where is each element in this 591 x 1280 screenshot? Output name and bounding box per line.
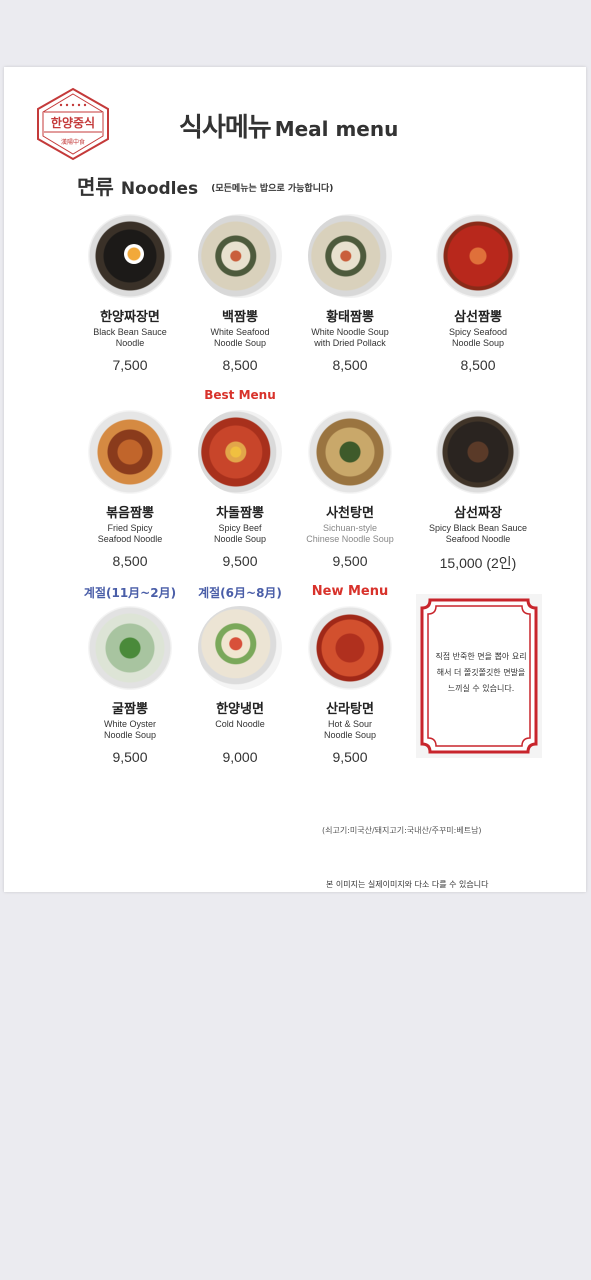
dish-photo-icon: [198, 214, 282, 298]
note-text: 직접 반죽한 면을 뽑아 요리해서 더 쫄깃쫄깃한 면발을 느끼실 수 있습니다…: [435, 652, 527, 693]
handmade-noodle-note: 직접 반죽한 면을 뽑아 요리해서 더 쫄깃쫄깃한 면발을 느끼실 수 있습니다…: [416, 594, 542, 758]
item-price: 8,500: [460, 357, 496, 373]
item-name: 산라탕면: [326, 702, 374, 717]
item-price: 9,500: [112, 749, 148, 765]
section-title-korean: 면류: [77, 175, 114, 199]
dish-photo-icon: [88, 606, 172, 690]
logo-hanja: 漢陽中食: [61, 138, 85, 146]
section-note: (모든메뉴는 밥으로 가능합니다): [211, 184, 334, 194]
menu-item-gul-jjamppong: 계절(11月~2月) 굴짬뽕 White Oyster Noodle Soup …: [70, 586, 190, 765]
dish-photo-icon: [198, 410, 282, 494]
menu-item-hanyang-jjajangmyeon: 한양짜장면 Black Bean Sauce Noodle 7,500: [70, 214, 190, 373]
title-english: Meal menu: [274, 117, 399, 141]
item-name: 한양짜장면: [100, 310, 160, 325]
seasonal-badge: 계절(11月~2月): [83, 586, 177, 600]
item-price: 9,500: [222, 553, 258, 569]
item-price: 8,500: [222, 357, 258, 373]
menu-item-hwangtae-jjamppong: 황태짬뽕 White Noodle Soup with Dried Pollac…: [290, 214, 410, 373]
item-price: 9,000: [222, 749, 258, 765]
origin-notice: (쇠고기:미국산/돼지고기:국내산/주꾸미:베트남): [322, 826, 482, 835]
item-description: White Seafood Noodle Soup: [210, 327, 270, 348]
new-menu-badge: New Menu: [311, 584, 389, 599]
item-description: Spicy Seafood Noodle Soup: [448, 327, 508, 348]
item-name: 차돌짬뽕: [216, 506, 264, 521]
item-description: Cold Noodle: [215, 719, 265, 729]
menu-item-sacheon-tangmyeon: 사천탕면 Sichuan-style Chinese Noodle Soup 9…: [290, 410, 410, 569]
title-korean: 식사메뉴: [179, 113, 272, 143]
item-name: 굴짬뽕: [112, 702, 148, 717]
dish-photo-icon: [88, 410, 172, 494]
logo-emblem-icon: 한양중식 漢陽中食: [37, 87, 109, 161]
dish-photo-icon: [88, 214, 172, 298]
dish-photo-icon: [436, 214, 520, 298]
dish-photo-icon: [436, 410, 520, 494]
item-description: Fried Spicy Seafood Noodle: [97, 523, 163, 544]
menu-item-sanrat-tangmyeon: New Menu 산라탕면 Hot & Sour Noodle Soup 9,5…: [290, 584, 410, 765]
item-description: White Noodle Soup with Dried Pollack: [311, 327, 389, 348]
item-price: 7,500: [112, 357, 148, 373]
menu-item-bokkeum-jjamppong: 볶음짬뽕 Fried Spicy Seafood Noodle 8,500: [70, 410, 190, 569]
section-title-english: Noodles: [120, 179, 199, 199]
menu-item-samseon-jjamppong: 삼선짬뽕 Spicy Seafood Noodle Soup 8,500: [418, 214, 538, 373]
item-name: 삼선짬뽕: [454, 310, 502, 325]
menu-sheet: 한양중식 漢陽中食 식사메뉴 Meal menu 면류 Noodles (모든메뉴…: [4, 67, 586, 892]
item-price: 8,500: [332, 357, 368, 373]
menu-item-hanyang-naengmyeon: 계절(6月~8月) 한양냉면 Cold Noodle 9,000: [180, 586, 300, 765]
item-price: 9,500: [332, 553, 368, 569]
item-description: Black Bean Sauce Noodle: [93, 327, 167, 348]
menu-item-baek-jjamppong: 백짬뽕 White Seafood Noodle Soup 8,500: [180, 214, 300, 373]
item-description: Spicy Beef Noodle Soup: [213, 523, 267, 544]
logo-text: 한양중식: [51, 115, 95, 130]
item-name: 사천탕면: [326, 506, 374, 521]
dish-photo-icon: [308, 606, 392, 690]
item-name: 백짬뽕: [222, 310, 258, 325]
menu-item-samseon-jjajang: 삼선짜장 Spicy Black Bean Sauce Seafood Nood…: [418, 410, 538, 573]
item-description: White Oyster Noodle Soup: [103, 719, 157, 740]
dish-photo-icon: [308, 214, 392, 298]
item-description: Hot & Sour Noodle Soup: [323, 719, 377, 740]
dish-photo-icon: [198, 606, 282, 690]
item-name: 한양냉면: [216, 702, 264, 717]
dish-photo-icon: [308, 410, 392, 494]
page-title: 식사메뉴 Meal menu: [179, 107, 398, 144]
item-description: Sichuan-style Chinese Noodle Soup: [306, 523, 394, 544]
restaurant-logo: 한양중식 漢陽中食: [34, 87, 112, 161]
item-name: 삼선짜장: [454, 506, 502, 521]
menu-item-chadol-jjamppong: Best Menu 차돌짬뽕 Spicy Beef Noodle Soup 9,…: [180, 388, 300, 569]
item-price: 9,500: [332, 749, 368, 765]
best-menu-badge: Best Menu: [204, 388, 276, 402]
section-heading: 면류 Noodles (모든메뉴는 밥으로 가능합니다): [77, 171, 333, 200]
item-price: 8,500: [112, 553, 148, 569]
item-name: 황태짬뽕: [326, 310, 374, 325]
seasonal-badge: 계절(6月~8月): [198, 586, 282, 600]
image-disclaimer: 본 이미지는 실제이미지와 다소 다를 수 있습니다: [326, 880, 489, 889]
item-price: 15,000 (2인): [439, 555, 517, 571]
item-name: 볶음짬뽕: [106, 506, 154, 521]
item-description: Spicy Black Bean Sauce Seafood Noodle: [428, 523, 528, 544]
